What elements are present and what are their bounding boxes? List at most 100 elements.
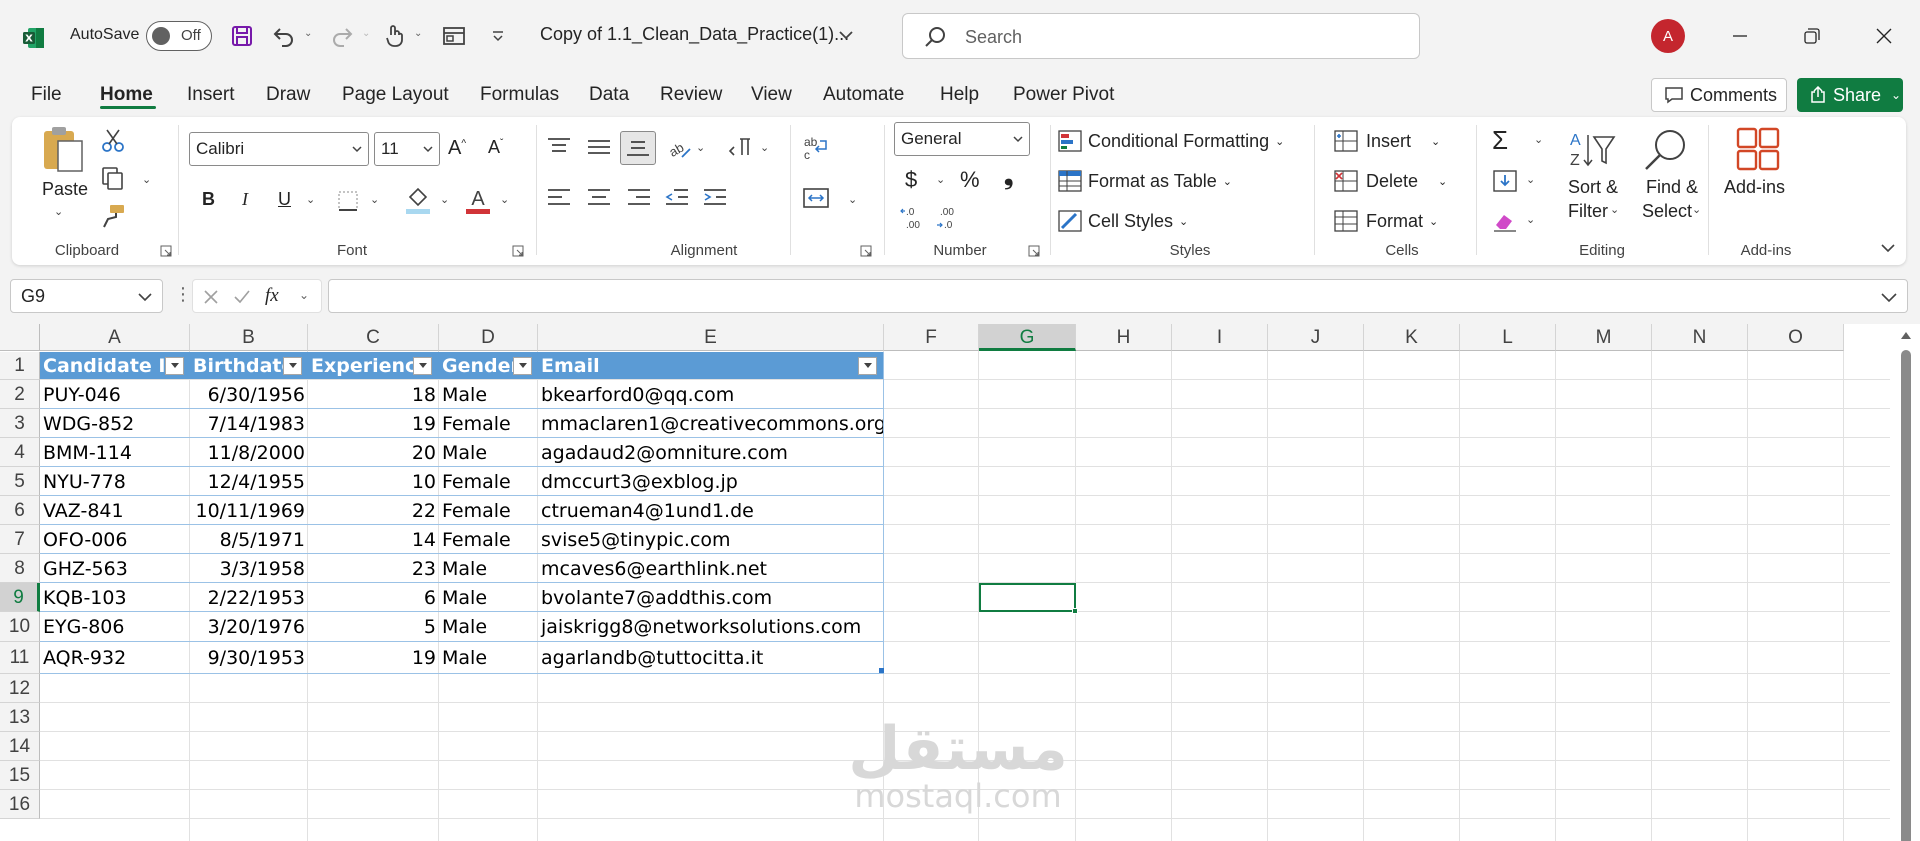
cell-experience[interactable]: 19 xyxy=(308,642,439,674)
row-header-7[interactable]: 7 xyxy=(0,525,40,554)
sort-filter-button[interactable]: AZ Sort & Filter ⌄ xyxy=(1564,127,1624,237)
clipboard-launcher-icon[interactable] xyxy=(160,245,172,257)
cell-candidate-id[interactable]: PUY-046 xyxy=(40,380,190,409)
filter-dropdown-icon[interactable] xyxy=(413,357,432,375)
filter-dropdown-icon[interactable] xyxy=(858,357,877,375)
delete-cells-button[interactable]: Delete ⌄ xyxy=(1334,167,1447,195)
cell-experience[interactable]: 19 xyxy=(308,409,439,438)
cell-email[interactable]: bvolante7@addthis.com xyxy=(538,583,884,612)
column-header-i[interactable]: I xyxy=(1172,324,1268,351)
select-all-corner[interactable] xyxy=(0,324,40,351)
cell-experience[interactable]: 10 xyxy=(308,467,439,496)
close-icon[interactable] xyxy=(1866,18,1902,54)
comma-button[interactable]: ❟ xyxy=(1004,163,1013,191)
format-cells-button[interactable]: Format ⌄ xyxy=(1334,207,1438,235)
redo-icon[interactable] xyxy=(328,22,356,50)
column-header-j[interactable]: J xyxy=(1268,324,1364,351)
column-header-l[interactable]: L xyxy=(1460,324,1556,351)
cell-gender[interactable]: Female xyxy=(439,496,538,525)
fill-handle[interactable] xyxy=(1072,608,1078,614)
search-box[interactable]: Search xyxy=(902,13,1420,59)
filter-dropdown-icon[interactable] xyxy=(283,357,302,375)
cell-birthdate[interactable]: 3/3/1958 xyxy=(190,554,308,583)
fill-color-icon[interactable] xyxy=(404,185,432,215)
cell-email[interactable]: ctrueman4@1und1.de xyxy=(538,496,884,525)
cell-candidate-id[interactable]: BMM-114 xyxy=(40,438,190,467)
selected-cell[interactable] xyxy=(979,583,1076,612)
cell-experience[interactable]: 23 xyxy=(308,554,439,583)
borders-dropdown-icon[interactable]: ⌄ xyxy=(370,193,379,206)
copy-dropdown-icon[interactable]: ⌄ xyxy=(142,173,151,186)
filter-dropdown-icon[interactable] xyxy=(165,357,184,375)
middle-align-icon[interactable] xyxy=(586,137,612,157)
more-options-icon[interactable]: ⋮ xyxy=(174,284,192,305)
italic-button[interactable]: I xyxy=(242,189,248,210)
name-box[interactable]: G9 xyxy=(10,279,163,313)
paste-dropdown-icon[interactable]: ⌄ xyxy=(54,205,63,218)
cell-birthdate[interactable]: 8/5/1971 xyxy=(190,525,308,554)
title-chevron-down-icon[interactable] xyxy=(838,28,854,42)
tab-automate[interactable]: Automate xyxy=(823,84,904,106)
cell-birthdate[interactable]: 7/14/1983 xyxy=(190,409,308,438)
number-launcher-icon[interactable] xyxy=(1028,245,1040,257)
row-header-15[interactable]: 15 xyxy=(0,761,40,790)
fill-icon[interactable] xyxy=(1492,169,1518,193)
cell-email[interactable]: bkearford0@qq.com xyxy=(538,380,884,409)
cell-birthdate[interactable]: 10/11/1969 xyxy=(190,496,308,525)
cell-gender[interactable]: Male xyxy=(439,554,538,583)
row-header-8[interactable]: 8 xyxy=(0,554,40,583)
cell-email[interactable]: mcaves6@earthlink.net xyxy=(538,554,884,583)
merge-dropdown-icon[interactable]: ⌄ xyxy=(848,193,857,206)
row-header-1[interactable]: 1 xyxy=(0,352,40,380)
cell-birthdate[interactable]: 6/30/1956 xyxy=(190,380,308,409)
column-header-g[interactable]: G xyxy=(979,324,1076,351)
tab-home[interactable]: Home xyxy=(100,84,153,106)
row-header-12[interactable]: 12 xyxy=(0,674,40,703)
bottom-align-button[interactable] xyxy=(620,131,656,165)
cell-candidate-id[interactable]: NYU-778 xyxy=(40,467,190,496)
worksheet-grid[interactable]: ABCDEFGHIJKLMNO 1 2 3 4 5 6 7 8 9 10 11 12 13 14 15 16 … xyxy=(0,324,1920,841)
format-painter-icon[interactable] xyxy=(100,203,126,229)
vertical-scrollbar[interactable] xyxy=(1892,324,1920,841)
currency-button[interactable]: $ xyxy=(905,167,917,193)
column-header-c[interactable]: C xyxy=(308,324,439,351)
copy-icon[interactable] xyxy=(100,165,126,191)
tab-file[interactable]: File xyxy=(31,84,62,106)
row-header-13[interactable]: 13 xyxy=(0,703,40,732)
borders-icon[interactable] xyxy=(336,189,360,213)
currency-dropdown-icon[interactable]: ⌄ xyxy=(936,173,945,186)
cell-styles-button[interactable]: Cell Styles ⌄ xyxy=(1058,207,1188,235)
font-size-dropdown[interactable]: 11 xyxy=(374,132,440,166)
row-header-2[interactable]: 2 xyxy=(0,380,40,409)
tab-power-pivot[interactable]: Power Pivot xyxy=(1013,84,1114,106)
clear-dropdown-icon[interactable]: ⌄ xyxy=(1526,213,1535,226)
tab-insert[interactable]: Insert xyxy=(187,84,235,106)
cell-candidate-id[interactable]: EYG-806 xyxy=(40,612,190,642)
touch-mode-icon[interactable] xyxy=(380,22,408,50)
column-header-a[interactable]: A xyxy=(40,324,190,351)
underline-button[interactable]: U xyxy=(278,189,291,210)
cancel-icon[interactable] xyxy=(203,289,219,305)
touch-mode-dropdown-icon[interactable]: ⌄ xyxy=(414,28,426,42)
cell-gender[interactable]: Male xyxy=(439,438,538,467)
comments-button[interactable]: Comments xyxy=(1651,78,1787,112)
share-button[interactable]: Share ⌄ xyxy=(1797,78,1903,112)
paragraph-direction-dropdown-icon[interactable]: ⌄ xyxy=(760,141,769,154)
row-header-14[interactable]: 14 xyxy=(0,732,40,761)
cell-candidate-id[interactable]: GHZ-563 xyxy=(40,554,190,583)
restore-icon[interactable] xyxy=(1794,18,1830,54)
tab-draw[interactable]: Draw xyxy=(266,84,310,106)
underline-dropdown-icon[interactable]: ⌄ xyxy=(306,193,315,206)
document-title[interactable]: Copy of 1.1_Clean_Data_Practice(1)... xyxy=(540,24,849,45)
align-right-icon[interactable] xyxy=(626,187,652,207)
ribbon-collapse-chevron-icon[interactable] xyxy=(1880,241,1896,255)
cell-birthdate[interactable]: 11/8/2000 xyxy=(190,438,308,467)
cell-experience[interactable]: 5 xyxy=(308,612,439,642)
row-header-10[interactable]: 10 xyxy=(0,612,40,642)
form-icon[interactable] xyxy=(440,22,468,50)
tab-data[interactable]: Data xyxy=(589,84,629,106)
autosum-icon[interactable]: Σ xyxy=(1492,125,1508,156)
fill-color-dropdown-icon[interactable]: ⌄ xyxy=(440,193,449,206)
font-color-icon[interactable]: A xyxy=(464,185,492,215)
cell-candidate-id[interactable]: WDG-852 xyxy=(40,409,190,438)
